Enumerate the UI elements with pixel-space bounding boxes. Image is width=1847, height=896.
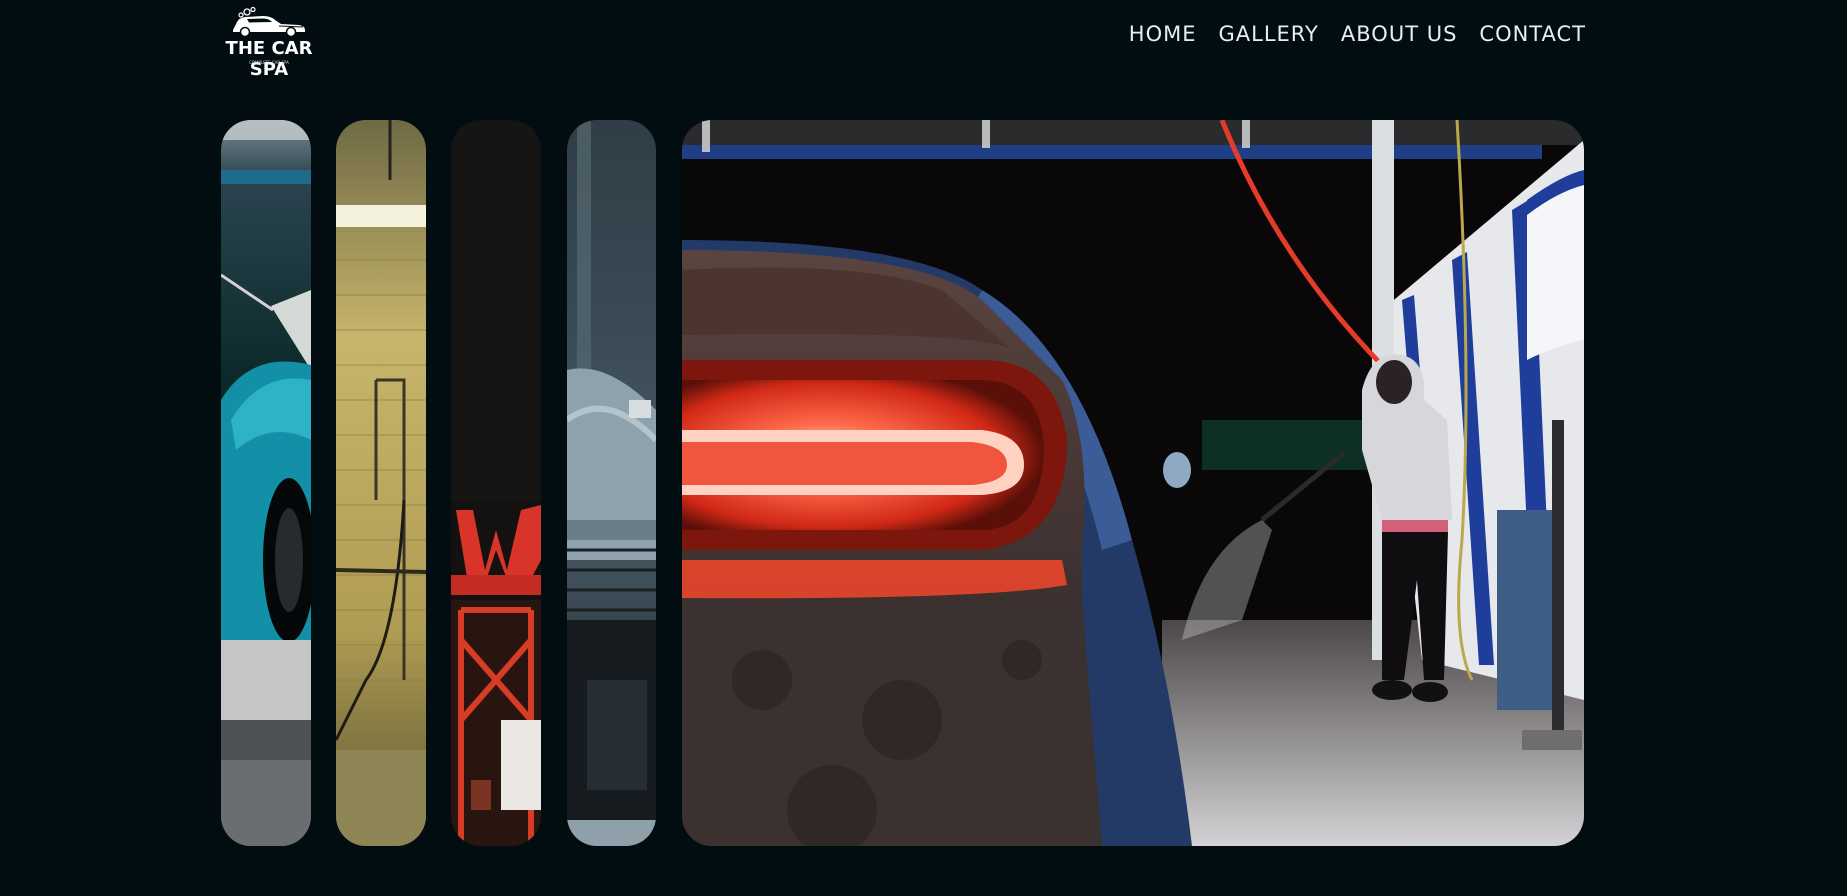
wash-sign-image	[451, 120, 541, 846]
gallery-panel-wash-bay[interactable]	[336, 120, 426, 846]
nav-gallery[interactable]: GALLERY	[1219, 22, 1319, 46]
gallery-panel-wash-sign[interactable]	[451, 120, 541, 846]
wash-bay-image	[336, 120, 426, 846]
brand-logo[interactable]: THE CAR SPA COMPLETE CAR SPA	[219, 6, 319, 80]
nav-home[interactable]: HOME	[1129, 22, 1197, 46]
featured-car-wash-image	[682, 120, 1584, 846]
car-wash-logo-icon	[233, 6, 305, 38]
brand-tagline: COMPLETE CAR SPA	[249, 60, 289, 65]
nav-about-us[interactable]: ABOUT US	[1341, 22, 1458, 46]
gallery-panel-foamed-car[interactable]	[567, 120, 656, 846]
gallery-panel-featured[interactable]	[682, 120, 1584, 846]
main-nav: HOME GALLERY ABOUT US CONTACT	[1129, 22, 1586, 46]
teal-car-image	[221, 120, 311, 846]
brand-name: THE CAR SPA	[225, 38, 313, 80]
nav-contact[interactable]: CONTACT	[1479, 22, 1586, 46]
gallery-panel-teal-car[interactable]	[221, 120, 311, 846]
foamed-car-image	[567, 120, 656, 846]
